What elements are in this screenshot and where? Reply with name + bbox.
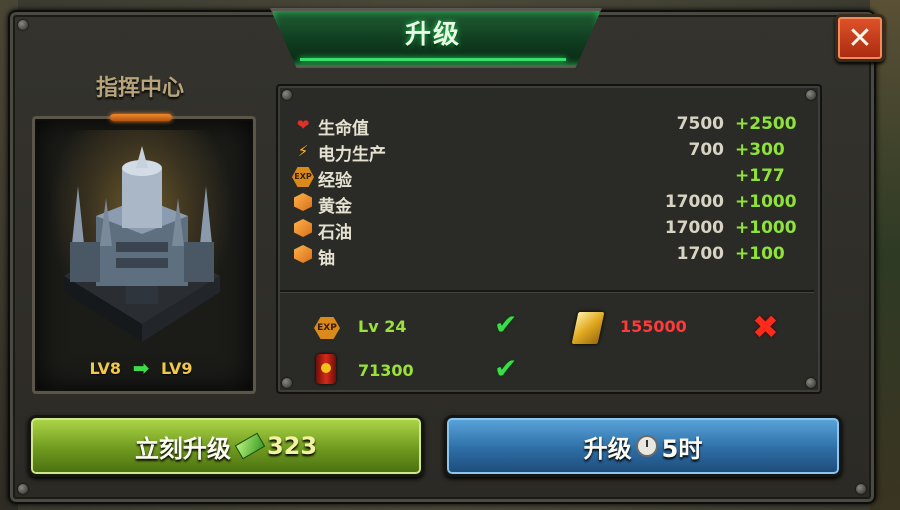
stat-label: 生命值 bbox=[318, 119, 369, 139]
stat-value: 700 bbox=[688, 140, 725, 160]
instant-upgrade-button[interactable]: 立刻升级 323 bbox=[28, 415, 424, 477]
uranium-resource-icon bbox=[294, 245, 312, 263]
stat-label: 经验 bbox=[318, 171, 352, 191]
upgrade-button[interactable]: 升级 5时 bbox=[444, 415, 842, 477]
level-requirement: Lv 24 bbox=[358, 317, 407, 336]
stat-value: 17000 bbox=[664, 192, 724, 212]
instant-upgrade-label: 立刻升级 bbox=[134, 434, 231, 463]
stopwatch-icon bbox=[635, 435, 658, 457]
stat-label: 黄金 bbox=[318, 197, 352, 217]
check-icon: ✔ bbox=[494, 308, 518, 341]
title-glow bbox=[300, 58, 566, 61]
card-tab bbox=[110, 114, 172, 121]
level-from: LV8 bbox=[89, 359, 122, 378]
rivet bbox=[282, 378, 292, 388]
arrow-right-icon: ➡ bbox=[132, 356, 150, 380]
stat-row-power: ⚡ 电力生产 700 +300 bbox=[292, 139, 802, 165]
rivet bbox=[806, 90, 816, 100]
instant-upgrade-cost: 323 bbox=[266, 432, 318, 460]
close-icon: ✕ bbox=[847, 20, 873, 56]
heart-icon: ❤ bbox=[296, 116, 310, 134]
stat-label: 石油 bbox=[318, 223, 352, 243]
oil-requirement: 71300 bbox=[358, 361, 414, 380]
rivet bbox=[806, 378, 816, 388]
stat-label: 铀 bbox=[318, 249, 335, 269]
stats-divider bbox=[280, 290, 814, 292]
close-button[interactable]: ✕ bbox=[835, 14, 885, 62]
stat-row-hp: ❤ 生命值 7500 +2500 bbox=[292, 113, 802, 139]
stat-increase: +177 bbox=[735, 166, 785, 186]
upgrade-label: 升级 bbox=[583, 434, 632, 463]
oil-resource-icon bbox=[294, 219, 312, 237]
stat-value: 17000 bbox=[664, 218, 724, 238]
stat-label: 电力生产 bbox=[318, 145, 386, 165]
cross-icon: ✖ bbox=[752, 308, 779, 346]
stat-increase: +100 bbox=[735, 244, 785, 264]
level-to: LV9 bbox=[160, 359, 193, 378]
building-name: 指挥中心 bbox=[95, 76, 184, 101]
stat-increase: +300 bbox=[735, 140, 785, 160]
gold-requirement: 155000 bbox=[620, 317, 687, 336]
stat-row-oil: 石油 17000 +1000 bbox=[292, 217, 802, 243]
gold-resource-icon bbox=[294, 193, 312, 211]
exp-icon: EXP bbox=[292, 167, 314, 187]
stat-row-uranium: 铀 1700 +100 bbox=[292, 243, 802, 269]
level-change: LV8 ➡ LV9 bbox=[32, 356, 250, 380]
upgrade-time: 5时 bbox=[661, 434, 703, 463]
stat-value: 1700 bbox=[676, 244, 724, 264]
oil-barrel-icon bbox=[316, 354, 336, 384]
rivet bbox=[18, 484, 28, 494]
command-center-building-image bbox=[64, 146, 220, 342]
stat-value: 7500 bbox=[676, 114, 724, 134]
stat-row-gold: 黄金 17000 +1000 bbox=[292, 191, 802, 217]
rivet bbox=[282, 90, 292, 100]
check-icon: ✔ bbox=[494, 352, 518, 385]
cash-icon bbox=[234, 432, 266, 460]
stat-increase: +2500 bbox=[735, 114, 797, 134]
dialog-title: 升级 bbox=[404, 20, 461, 50]
stat-increase: +1000 bbox=[735, 192, 797, 212]
stat-row-exp: EXP 经验 +177 bbox=[292, 165, 802, 191]
stat-increase: +1000 bbox=[735, 218, 797, 238]
rivet bbox=[856, 484, 866, 494]
rivet bbox=[18, 20, 28, 30]
lightning-icon: ⚡ bbox=[297, 142, 309, 160]
